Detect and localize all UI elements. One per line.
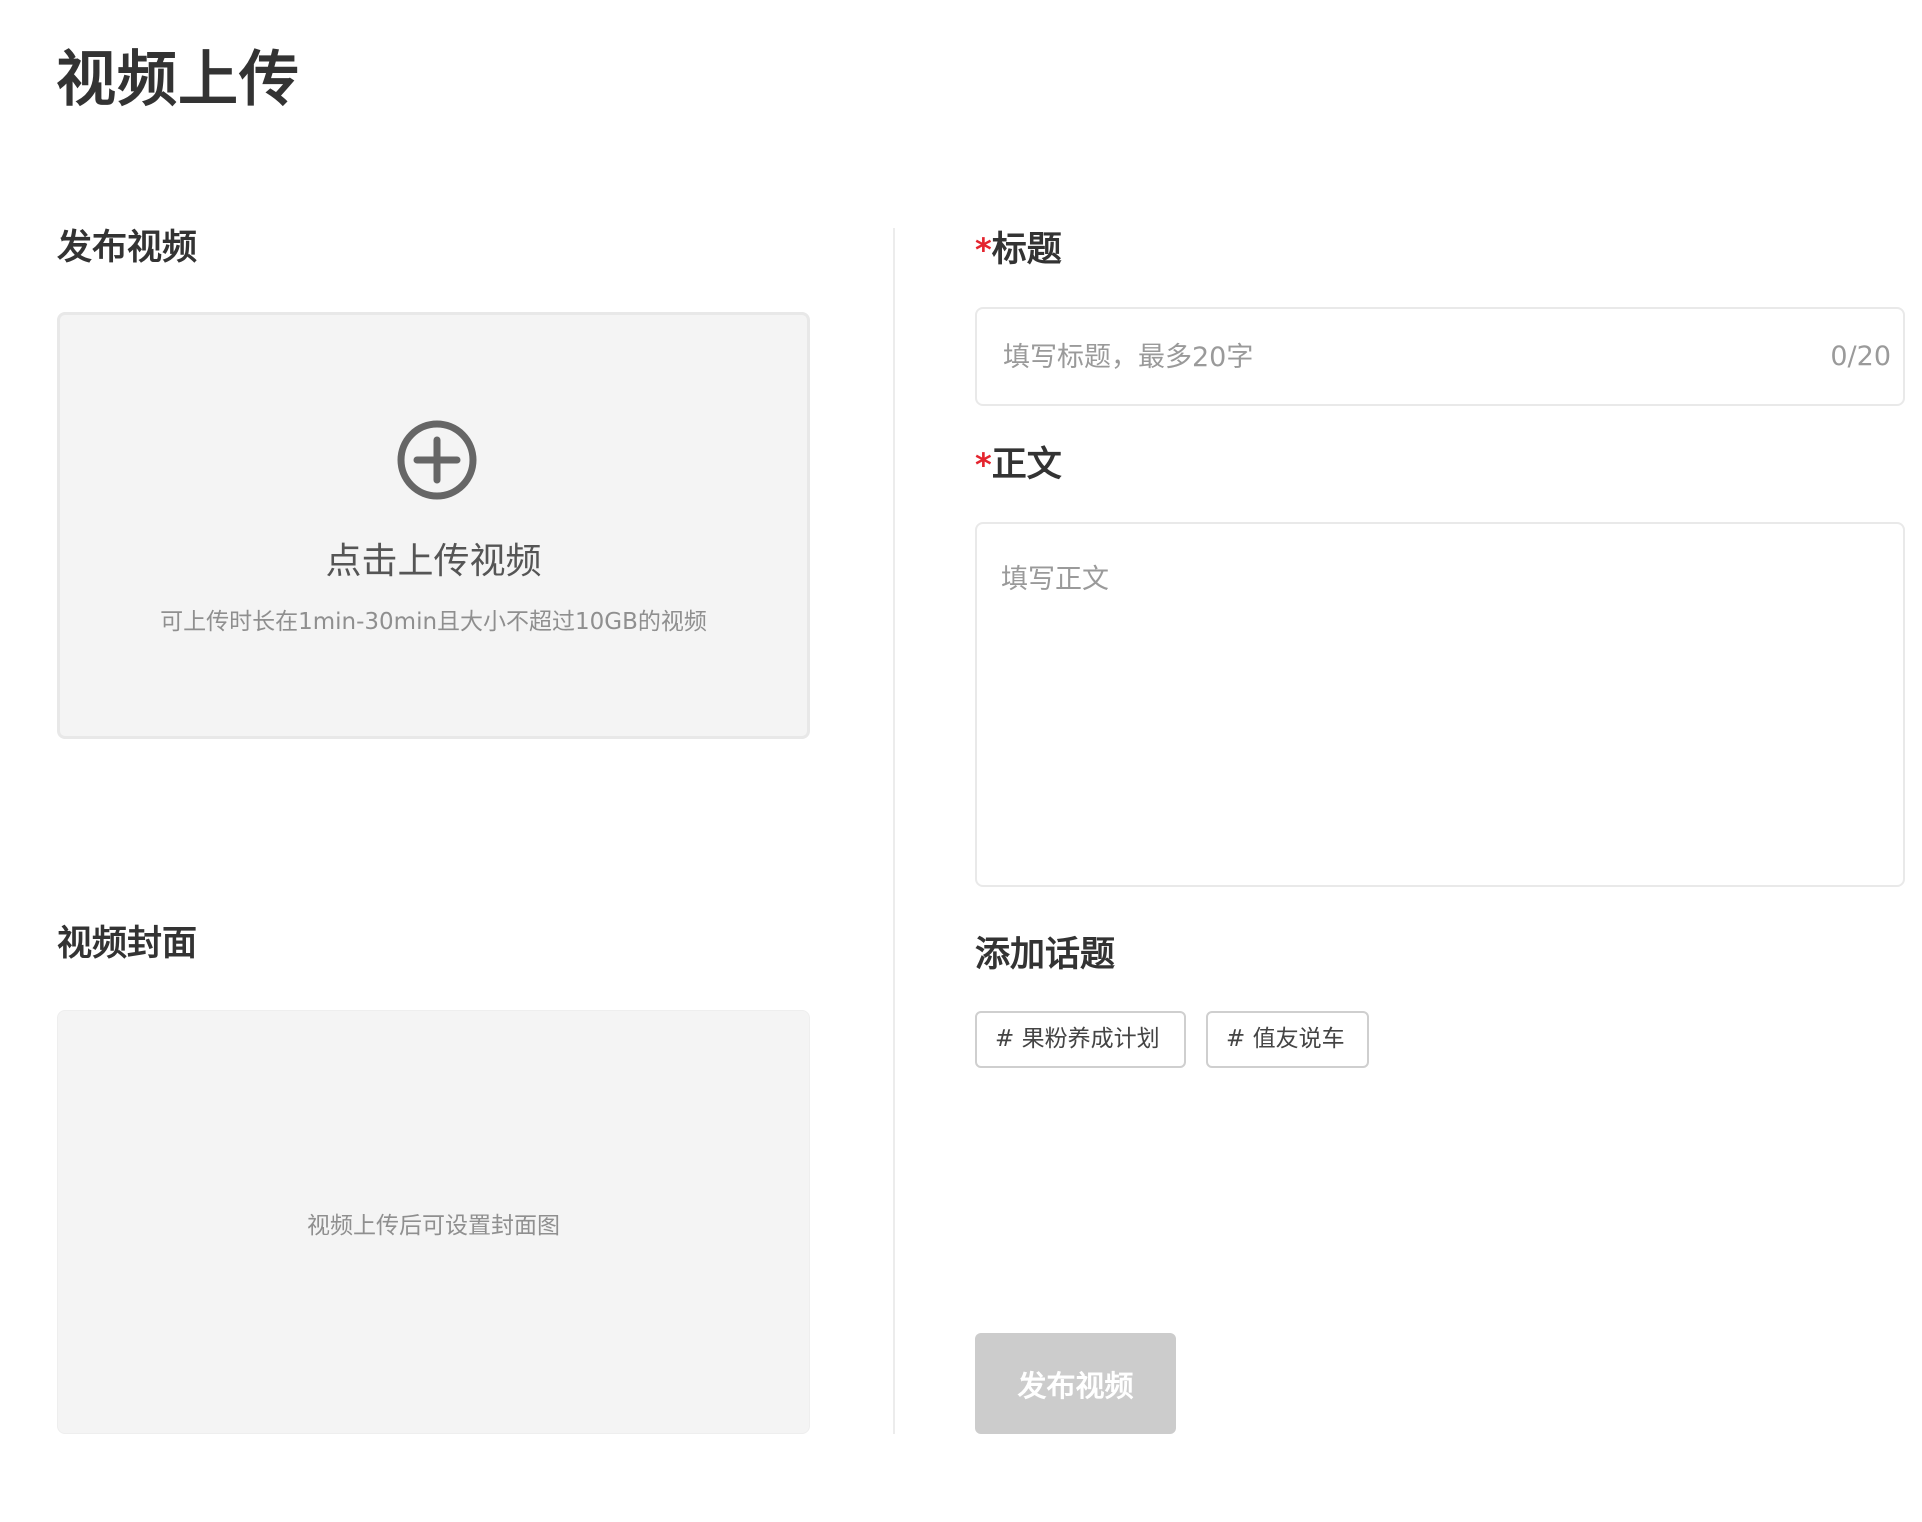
- title-char-count: 0/20: [1830, 341, 1891, 372]
- upload-video-label: 点击上传视频: [325, 541, 542, 582]
- topic-tag[interactable]: # 值友说车: [1206, 1011, 1369, 1068]
- publish-video-button[interactable]: 发布视频: [975, 1333, 1176, 1434]
- plus-circle-icon: [397, 420, 477, 500]
- video-upload-area[interactable]: 点击上传视频 可上传时长在1min-30min且大小不超过10GB的视频: [57, 312, 810, 739]
- body-field: [975, 522, 1905, 887]
- title-label: *标题: [975, 228, 1062, 272]
- add-topic-label: 添加话题: [975, 935, 1116, 975]
- title-label-text: 标题: [991, 230, 1062, 270]
- page-title: 视频上传: [56, 45, 300, 115]
- topic-tag[interactable]: # 果粉养成计划: [975, 1011, 1186, 1068]
- body-label-text: 正文: [991, 445, 1062, 485]
- upload-video-requirements: 可上传时长在1min-30min且大小不超过10GB的视频: [160, 609, 707, 635]
- video-upload-page: 视频上传 发布视频 点击上传视频 可上传时长在1min-30min且大小不超过1…: [0, 0, 1922, 1522]
- cover-hint-text: 视频上传后可设置封面图: [307, 1213, 560, 1239]
- required-mark: *: [975, 231, 992, 269]
- publish-video-section-label: 发布视频: [57, 228, 198, 268]
- video-cover-section-label: 视频封面: [57, 924, 198, 964]
- body-textarea[interactable]: [1001, 562, 1871, 862]
- title-field: 0/20: [975, 307, 1905, 406]
- title-input[interactable]: [1001, 309, 1785, 406]
- required-mark: *: [975, 446, 992, 484]
- column-divider: [893, 228, 895, 1434]
- body-label: *正文: [975, 443, 1062, 487]
- video-cover-area: 视频上传后可设置封面图: [57, 1010, 810, 1434]
